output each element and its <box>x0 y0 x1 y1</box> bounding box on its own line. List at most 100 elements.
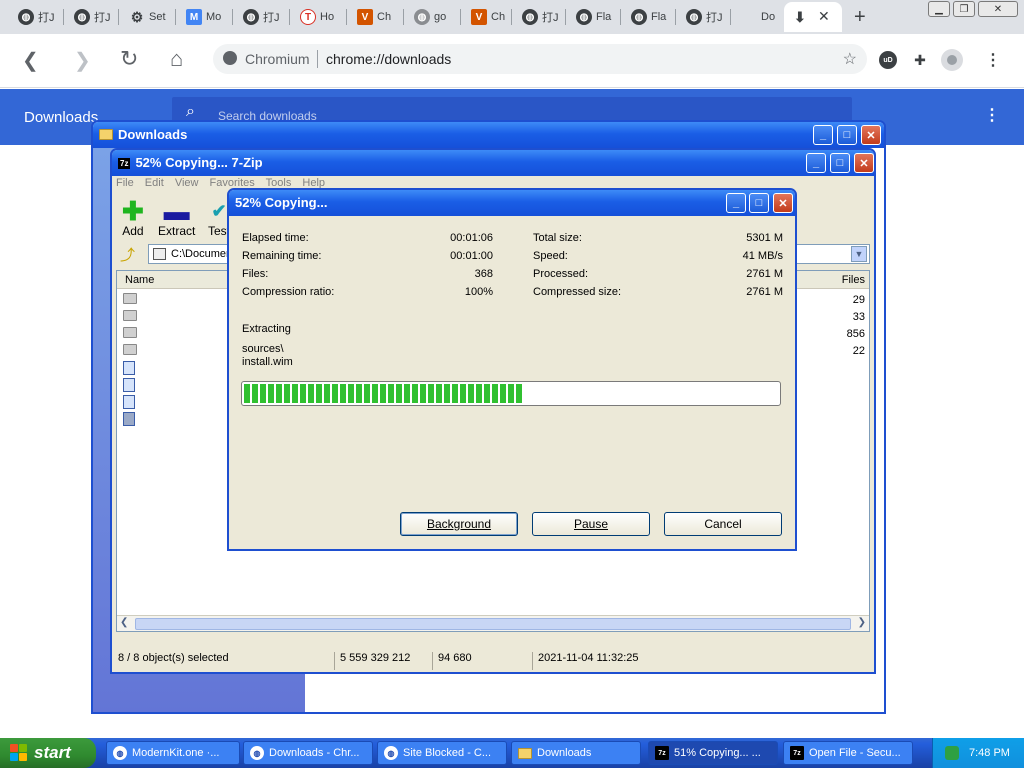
column-name[interactable]: Name <box>125 274 154 286</box>
processed-label: Processed: <box>533 268 589 280</box>
scroll-left-icon[interactable]: ❮ <box>120 617 128 628</box>
tab-3[interactable]: ⚙ Set <box>119 2 174 32</box>
menu-edit[interactable]: Edit <box>145 177 164 189</box>
explorer-maximize-button[interactable]: □ <box>837 125 857 145</box>
forward-icon[interactable]: ❯ <box>74 48 91 73</box>
tab-5[interactable]: ◍ 打J <box>233 2 288 32</box>
ublock-extension-icon[interactable]: uD <box>879 51 897 69</box>
extensions-puzzle-icon[interactable]: ✚ <box>911 51 929 69</box>
list-item[interactable] <box>123 378 135 395</box>
up-folder-icon[interactable]: ⤴ <box>120 244 135 265</box>
7zip-title-bar[interactable]: 7z 52% Copying... 7-Zip _ □ ✕ <box>112 150 874 176</box>
explorer-close-button[interactable]: ✕ <box>861 125 881 145</box>
files-count: 29 <box>852 294 865 306</box>
tab-12[interactable]: ◍ Fla <box>621 2 676 32</box>
globe-grey-icon: ◍ <box>414 9 430 25</box>
tab-7[interactable]: V Ch <box>347 2 402 32</box>
pause-button-label: Pause <box>573 517 609 531</box>
tab-2[interactable]: ◍ 打J <box>64 2 116 32</box>
m-icon: M <box>186 9 202 25</box>
back-icon[interactable]: ❮ <box>22 48 39 73</box>
address-bar[interactable]: Chromium chrome://downloads ☆ <box>213 44 867 74</box>
minimize-window-button[interactable]: ▁ <box>928 1 950 17</box>
tab-10[interactable]: ◍ 打J <box>512 2 567 32</box>
list-item[interactable] <box>123 412 135 429</box>
7zip-icon: 7z <box>655 746 669 760</box>
background-button[interactable]: Background <box>400 512 518 536</box>
close-window-button[interactable]: ✕ <box>978 1 1018 17</box>
network-tray-icon[interactable] <box>945 746 959 760</box>
chromium-icon: ◍ <box>113 746 127 760</box>
tab-14[interactable]: Do <box>731 2 783 32</box>
new-tab-button[interactable]: + <box>854 6 866 29</box>
tab-8[interactable]: ◍ go <box>404 2 459 32</box>
reload-icon[interactable]: ↻ <box>120 46 138 72</box>
taskbar-item-downloads-folder[interactable]: Downloads <box>511 741 641 765</box>
downloads-more-icon[interactable]: ⋮ <box>984 105 1000 125</box>
extract-button[interactable]: ▬ Extract <box>158 198 195 238</box>
processed-value: 2761 M <box>746 268 783 280</box>
browser-menu-icon[interactable]: ⋮ <box>984 51 1002 69</box>
taskbar-item-label: Downloads - Chr... <box>269 747 360 759</box>
taskbar-item-open-file[interactable]: 7z Open File - Secu... <box>783 741 913 765</box>
tab-4[interactable]: M Mo <box>176 2 231 32</box>
dialog-maximize-button[interactable]: □ <box>749 193 769 213</box>
clock[interactable]: 7:48 PM <box>969 747 1010 759</box>
tab-downloads-active[interactable]: ⬇ <box>784 2 842 32</box>
bookmark-star-icon[interactable]: ☆ <box>843 49 857 69</box>
profile-avatar-icon[interactable] <box>941 49 963 71</box>
tab-9[interactable]: V Ch <box>461 2 516 32</box>
7zip-maximize-button[interactable]: □ <box>830 153 850 173</box>
menu-file[interactable]: File <box>116 177 134 189</box>
gear-icon: ⚙ <box>130 8 144 25</box>
site-info-icon[interactable] <box>223 51 237 65</box>
tab-11[interactable]: ◍ Fla <box>566 2 621 32</box>
taskbar-item-7zip-copying[interactable]: 7z 51% Copying... ... <box>648 741 778 765</box>
tab-label: Set <box>149 11 166 23</box>
globe-icon: ◍ <box>686 9 702 25</box>
status-separator <box>532 652 533 670</box>
tab-1[interactable]: ◍ 打J <box>8 2 58 32</box>
list-item[interactable] <box>123 310 137 327</box>
compression-ratio-label: Compression ratio: <box>242 286 335 298</box>
list-item[interactable] <box>123 327 137 344</box>
dialog-minimize-button[interactable]: _ <box>726 193 746 213</box>
list-item[interactable] <box>123 344 137 361</box>
7zip-close-button[interactable]: ✕ <box>854 153 874 173</box>
column-files[interactable]: Files <box>842 274 865 286</box>
horizontal-scrollbar[interactable]: ❮ ❯ <box>117 615 869 631</box>
7zip-minimize-button[interactable]: _ <box>806 153 826 173</box>
explorer-title-bar[interactable]: Downloads _ □ ✕ <box>93 122 884 148</box>
restore-window-button[interactable]: ❐ <box>953 1 975 17</box>
add-button[interactable]: ✚ Add <box>122 198 144 238</box>
scrollbar-thumb[interactable] <box>135 618 851 630</box>
tab-6[interactable]: T Ho <box>290 2 345 32</box>
tab-label: Fla <box>596 11 612 23</box>
menu-view[interactable]: View <box>175 177 199 189</box>
chromium-icon: ◍ <box>384 746 398 760</box>
dialog-title-bar[interactable]: 52% Copying... _ □ ✕ <box>229 190 795 216</box>
explorer-minimize-button[interactable]: _ <box>813 125 833 145</box>
taskbar-item-site-blocked[interactable]: ◍ Site Blocked - C... <box>377 741 507 765</box>
tab-13[interactable]: ◍ 打J <box>676 2 731 32</box>
files-count: 856 <box>846 328 865 340</box>
list-item[interactable] <box>123 395 135 412</box>
close-tab-icon[interactable]: ✕ <box>818 8 830 25</box>
progress-bar <box>241 381 781 406</box>
compression-ratio-value: 100% <box>464 286 493 298</box>
taskbar-item-modernkit[interactable]: ◍ ModernKit.one ·... <box>106 741 240 765</box>
tab-label: Ho <box>320 11 335 23</box>
cancel-button[interactable]: Cancel <box>664 512 782 536</box>
dialog-close-button[interactable]: ✕ <box>773 193 793 213</box>
list-item[interactable] <box>123 293 137 310</box>
scroll-right-icon[interactable]: ❯ <box>858 617 866 628</box>
list-item[interactable] <box>123 361 135 378</box>
pause-button[interactable]: Pause <box>532 512 650 536</box>
taskbar-item-downloads-chromium[interactable]: ◍ Downloads - Chr... <box>243 741 373 765</box>
start-button[interactable]: start <box>0 738 96 768</box>
url-text[interactable]: chrome://downloads <box>326 51 451 67</box>
path-dropdown-icon[interactable]: ▼ <box>851 246 867 262</box>
home-icon[interactable]: ⌂ <box>170 46 183 72</box>
copying-progress-dialog[interactable]: 52% Copying... _ □ ✕ Elapsed time: 00:01… <box>227 188 797 551</box>
browser-toolbar: ❮ ❯ ↻ ⌂ Chromium chrome://downloads ☆ uD… <box>0 34 1024 88</box>
